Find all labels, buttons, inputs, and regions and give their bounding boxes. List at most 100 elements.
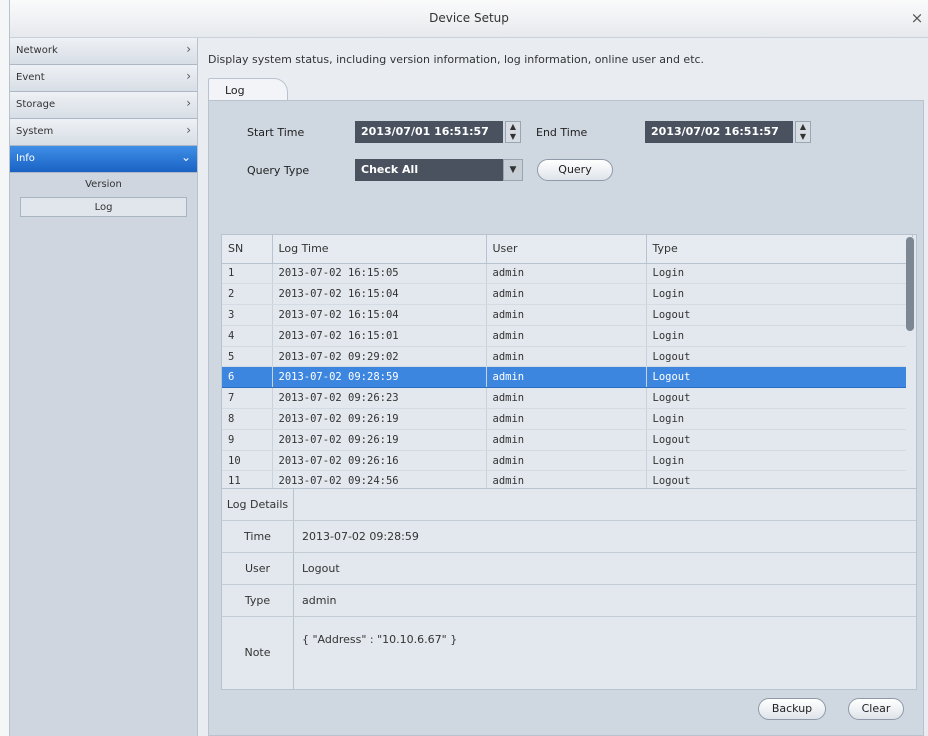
cell-type: Login [646,263,913,285]
log-details: Log Details Time 2013-07-02 09:28:59 Use… [221,488,917,690]
start-time-spinner-icon[interactable]: ▲ ▼ [505,121,521,143]
sidebar: Network › Event › Storage › System › Inf… [10,38,198,736]
cell-user: admin [486,408,647,430]
cell-sn: 7 [222,387,273,410]
cell-user: admin [486,325,647,347]
window-left-edge [0,0,10,736]
cell-log-time: 2013-07-02 09:28:59 [272,366,487,389]
sidebar-subitem-version[interactable]: Version [20,175,187,195]
sidebar-item-system[interactable]: System › [10,119,197,146]
query-type-select[interactable]: Check All [355,159,503,181]
title-bar: Device Setup × [10,0,928,38]
cell-user: admin [486,429,647,451]
cell-user: admin [486,283,647,306]
cell-sn: 2 [222,283,273,306]
cell-sn: 3 [222,304,273,326]
sidebar-item-storage[interactable]: Storage › [10,92,197,119]
cell-user: admin [486,304,647,326]
sidebar-item-label: Event [16,72,45,83]
table-header-row: SN Log Time User Type [222,235,913,264]
details-header: Log Details [222,489,294,520]
details-type-label: Type [222,585,294,616]
cell-log-time: 2013-07-02 09:29:02 [272,346,487,368]
cell-sn: 10 [222,450,273,472]
details-user-value: Logout [302,562,340,575]
cell-user: admin [486,263,647,285]
details-note-value: { "Address" : "10.10.6.67" } [302,633,458,646]
start-time-label: Start Time [247,126,305,139]
cell-type: Logout [646,387,913,410]
chevron-right-icon: › [186,96,191,110]
end-time-spinner-icon[interactable]: ▲ ▼ [795,121,811,143]
cell-sn: 6 [222,366,273,389]
chevron-right-icon: › [186,42,191,56]
column-header-user[interactable]: User [486,235,647,264]
table-row[interactable]: 9 2013-07-02 09:26:19 admin Logout [222,429,913,451]
details-type-row: Type admin [222,585,916,617]
end-time-label: End Time [536,126,588,139]
column-header-log-time[interactable]: Log Time [272,235,487,264]
table-row[interactable]: 8 2013-07-02 09:26:19 admin Login [222,408,913,430]
cell-log-time: 2013-07-02 09:26:19 [272,408,487,430]
column-header-sn[interactable]: SN [222,235,273,264]
details-time-value: 2013-07-02 09:28:59 [302,530,419,543]
cell-type: Logout [646,429,913,451]
table-row[interactable]: 7 2013-07-02 09:26:23 admin Logout [222,387,913,410]
sidebar-item-event[interactable]: Event › [10,65,197,92]
log-table-grid: SN Log Time User Type 1 2013-07-02 16:15:… [222,235,913,511]
cell-log-time: 2013-07-02 09:26:16 [272,450,487,472]
sidebar-item-label: Storage [16,99,56,110]
log-table-body: 1 2013-07-02 16:15:05 admin Login 2 2013-07-0… [222,263,913,511]
details-user-row: User Logout [222,553,916,585]
cell-user: admin [486,450,647,472]
cell-log-time: 2013-07-02 09:26:19 [272,429,487,451]
cell-sn: 5 [222,346,273,368]
sidebar-item-label: Info [16,153,35,164]
table-scrollbar[interactable] [906,237,914,509]
scrollbar-thumb[interactable] [906,237,914,331]
table-row[interactable]: 10 2013-07-02 09:26:16 admin Login [222,450,913,472]
cell-type: Logout [646,304,913,326]
cell-type: Login [646,450,913,472]
table-row[interactable]: 1 2013-07-02 16:15:05 admin Login [222,263,913,285]
sidebar-subitem-log[interactable]: Log [20,197,187,217]
sidebar-item-info[interactable]: Info ⌄ [10,146,197,173]
device-setup-window: Device Setup × Network › Event › Storage… [0,0,928,736]
chevron-down-icon: ⌄ [180,150,191,164]
table-row[interactable]: 3 2013-07-02 16:15:04 admin Logout [222,304,913,326]
cell-sn: 4 [222,325,273,347]
cell-type: Login [646,283,913,306]
details-user-label: User [222,553,294,584]
cell-sn: 8 [222,408,273,430]
dropdown-arrow-icon[interactable]: ▼ [503,159,523,181]
sidebar-item-label: Network [16,45,58,56]
end-time-input[interactable]: 2013/07/02 16:51:57 [645,121,793,143]
clear-button[interactable]: Clear [848,698,904,720]
backup-button[interactable]: Backup [758,698,826,720]
tab-log[interactable]: Log [208,78,288,102]
details-header-row: Log Details [222,489,916,521]
details-note-label: Note [222,617,294,689]
details-type-value: admin [302,594,337,607]
cell-user: admin [486,366,647,389]
column-header-type[interactable]: Type [646,235,913,264]
table-row[interactable]: 5 2013-07-02 09:29:02 admin Logout [222,346,913,368]
log-table: SN Log Time User Type 1 2013-07-02 16:15:… [221,234,917,512]
query-type-label: Query Type [247,164,310,177]
cell-type: Logout [646,366,913,389]
details-time-row: Time 2013-07-02 09:28:59 [222,521,916,553]
query-button[interactable]: Query [537,159,613,181]
table-row[interactable]: 2 2013-07-02 16:15:04 admin Login [222,283,913,306]
cell-type: Logout [646,346,913,368]
chevron-right-icon: › [186,69,191,83]
table-row[interactable]: 6 2013-07-02 09:28:59 admin Logout [222,366,913,389]
table-row[interactable]: 4 2013-07-02 16:15:01 admin Login [222,325,913,347]
cell-user: admin [486,346,647,368]
main-content: Display system status, including version… [198,38,928,736]
cell-user: admin [486,387,647,410]
start-time-input[interactable]: 2013/07/01 16:51:57 [355,121,503,143]
cell-log-time: 2013-07-02 16:15:04 [272,304,487,326]
page-description: Display system status, including version… [208,53,705,66]
sidebar-item-network[interactable]: Network › [10,38,197,65]
close-icon[interactable]: × [910,9,924,27]
